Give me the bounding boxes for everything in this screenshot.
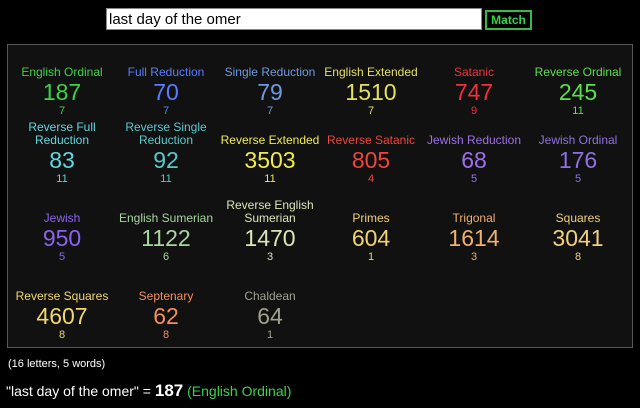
match-button[interactable]: Match [485, 10, 532, 30]
cipher-cell: Reverse Extended 3503 11 [218, 121, 322, 186]
cipher-value: 187 [42, 79, 82, 105]
cipher-value: 747 [454, 79, 494, 105]
cipher-results-panel: English Ordinal 187 7 Full Reduction 70 7 Sing… [7, 44, 633, 348]
cipher-cell: Chaldean 64 1 [218, 277, 322, 342]
cipher-word-count: 7 [367, 105, 375, 117]
cipher-name: Reverse Extended [220, 133, 320, 147]
cipher-cell: Septenary 62 8 [114, 277, 218, 342]
cipher-name: Jewish [43, 211, 81, 225]
cipher-name: Reverse Satanic [326, 133, 416, 147]
cipher-name: Chaldean [244, 289, 296, 303]
cipher-word-count: 1 [367, 251, 375, 263]
cipher-word-count: 11 [56, 173, 68, 185]
result-equals: = [138, 383, 155, 399]
cipher-word-count: 5 [58, 251, 66, 263]
cipher-name: Jewish Ordinal [538, 133, 618, 147]
cipher-cell: English Ordinal 187 7 [10, 53, 114, 118]
result-phrase: "last day of the omer" [6, 383, 139, 399]
cipher-name: Reverse Squares [15, 289, 109, 303]
cipher-name: Reverse Full Reduction [28, 120, 96, 147]
result-summary: "last day of the omer" = 187 (English Or… [6, 381, 291, 401]
cipher-cell: Reverse Satanic 805 4 [319, 121, 423, 186]
cipher-value: 68 [461, 147, 487, 173]
cipher-name: Primes [352, 211, 390, 225]
cipher-name: Reverse Ordinal [534, 65, 622, 79]
cipher-word-count: 6 [162, 251, 170, 263]
cipher-cell: Reverse English Sumerian 1470 3 [218, 199, 322, 264]
cipher-cell: Jewish Reduction 68 5 [422, 121, 526, 186]
cipher-cell: Jewish Ordinal 176 5 [526, 121, 630, 186]
cipher-name: Satanic [453, 65, 495, 79]
cipher-name: English Ordinal [21, 65, 103, 79]
cipher-cell: English Sumerian 1122 6 [114, 199, 218, 264]
result-value: 187 [154, 381, 184, 400]
cipher-value: 83 [49, 147, 75, 173]
cipher-word-count: 3 [266, 251, 274, 263]
cipher-cell: Jewish 950 5 [10, 199, 114, 264]
cipher-value: 176 [558, 147, 598, 173]
cipher-cell: Reverse Squares 4607 8 [10, 277, 114, 342]
cipher-value: 3503 [244, 147, 296, 173]
cipher-word-count: 11 [160, 173, 172, 185]
cipher-word-count: 11 [264, 173, 276, 185]
cipher-word-count: 8 [162, 329, 170, 341]
cipher-value: 1614 [448, 225, 500, 251]
cipher-value: 805 [351, 147, 391, 173]
cipher-cell: Full Reduction 70 7 [114, 53, 218, 118]
cipher-name: Squares [555, 211, 601, 225]
cipher-word-count: 7 [162, 105, 170, 117]
cipher-cell: English Extended 1510 7 [319, 53, 423, 118]
cipher-value: 92 [153, 147, 179, 173]
cipher-cell: Primes 604 1 [319, 199, 423, 264]
cipher-name: Reverse English Sumerian [226, 198, 314, 225]
cipher-value: 70 [153, 79, 179, 105]
cipher-value: 245 [558, 79, 598, 105]
cipher-word-count: 5 [470, 173, 478, 185]
cipher-value: 1122 [141, 225, 191, 251]
cipher-value: 4607 [36, 303, 88, 329]
cipher-value: 64 [257, 303, 283, 329]
cipher-word-count: 9 [470, 105, 478, 117]
cipher-cell: Trigonal 1614 3 [422, 199, 526, 264]
cipher-value: 604 [351, 225, 391, 251]
cipher-word-count: 7 [266, 105, 274, 117]
cipher-cell: Reverse Single Reduction 92 11 [114, 121, 218, 186]
phrase-input[interactable] [106, 8, 482, 30]
cipher-word-count: 11 [572, 105, 584, 117]
cipher-name: Trigonal [452, 211, 496, 225]
cipher-cell: Squares 3041 8 [526, 199, 630, 264]
cipher-value: 1470 [244, 225, 296, 251]
cipher-value: 1510 [345, 79, 397, 105]
cipher-word-count: 8 [58, 329, 66, 341]
cipher-name: English Extended [324, 65, 418, 79]
cipher-word-count: 3 [470, 251, 478, 263]
cipher-name: Single Reduction [224, 65, 316, 79]
gematria-page: Match English Ordinal1877Full Reduction7… [0, 0, 640, 408]
cipher-cell: Single Reduction 79 7 [218, 53, 322, 118]
cipher-cell: Satanic 747 9 [422, 53, 526, 118]
cipher-cell: Reverse Full Reduction 83 11 [10, 121, 114, 186]
cipher-word-count: 7 [58, 105, 66, 117]
cipher-value: 79 [257, 79, 283, 105]
cipher-name: Jewish Reduction [426, 133, 522, 147]
cipher-value: 62 [153, 303, 179, 329]
cipher-name: English Sumerian [118, 211, 214, 225]
cipher-value: 950 [42, 225, 82, 251]
cipher-name: Septenary [138, 289, 194, 303]
cipher-value: 3041 [552, 225, 604, 251]
cipher-cell: Reverse Ordinal 245 11 [526, 53, 630, 118]
cipher-name: Full Reduction [127, 65, 205, 79]
cipher-word-count: 4 [367, 173, 375, 185]
cipher-word-count: 8 [574, 251, 582, 263]
letter-word-count: (16 letters, 5 words) [8, 358, 106, 370]
result-cipher-name: (English Ordinal) [187, 383, 292, 399]
cipher-name: Reverse Single Reduction [125, 120, 207, 147]
cipher-word-count: 5 [574, 173, 582, 185]
cipher-word-count: 1 [266, 329, 274, 341]
